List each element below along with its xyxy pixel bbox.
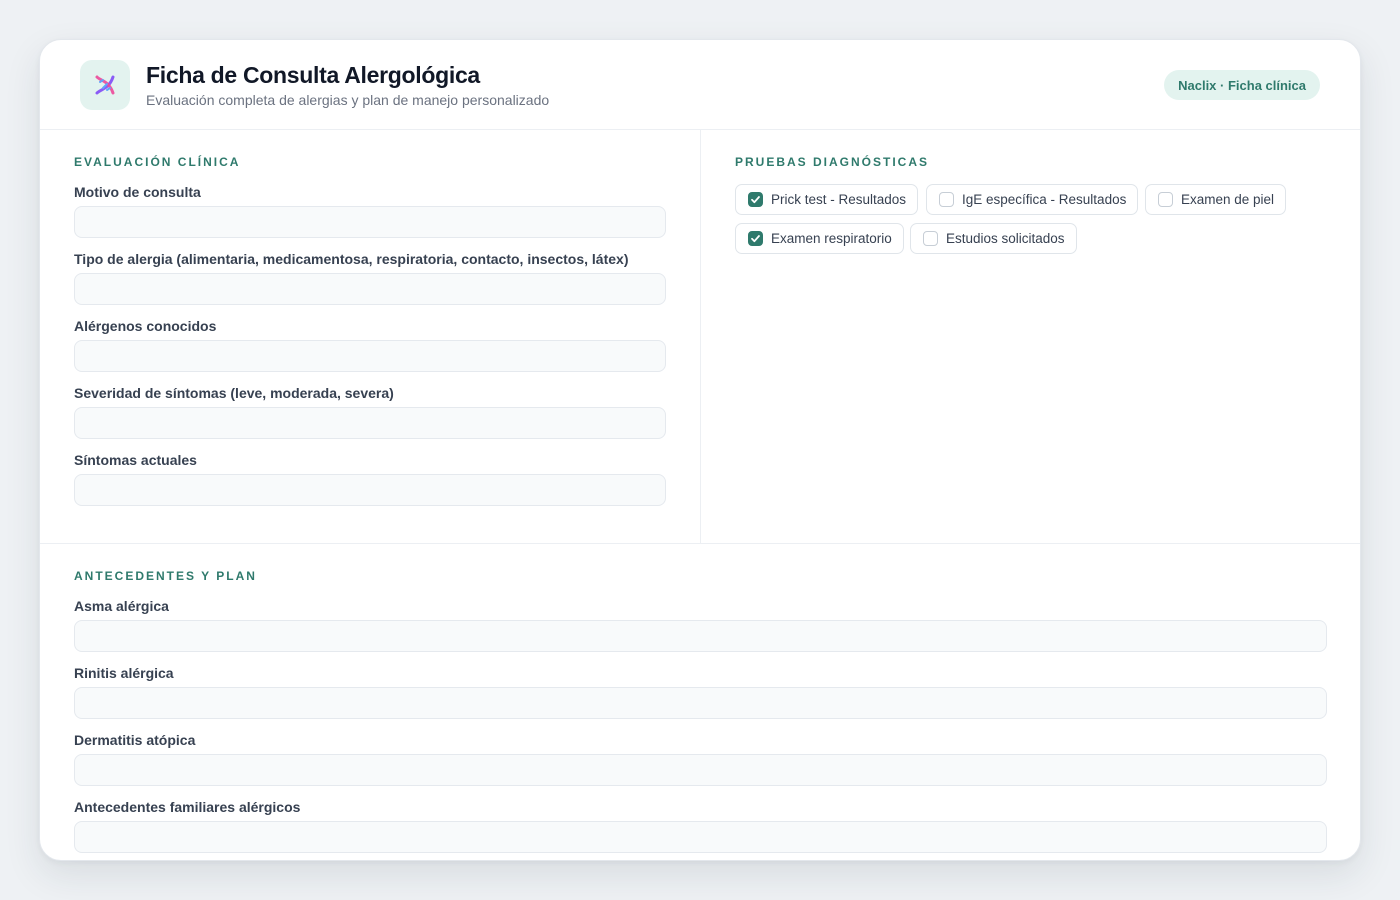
test-option-label: Estudios solicitados (946, 231, 1065, 246)
test-option-label: Examen respiratorio (771, 231, 892, 246)
dermatitis-atopica-input[interactable] (74, 754, 1327, 786)
field-label-sintomas: Síntomas actuales (74, 452, 197, 468)
checkbox-checked[interactable] (748, 231, 763, 246)
antecedentes-familiares-input[interactable] (74, 821, 1327, 853)
asma-alergica-input[interactable] (74, 620, 1327, 652)
consultation-form-card: Ficha de Consulta Alergológica Evaluació… (39, 39, 1361, 861)
page-subtitle: Evaluación completa de alergias y plan d… (146, 92, 550, 108)
field-label-motivo: Motivo de consulta (74, 184, 201, 200)
test-option-label: Examen de piel (1181, 192, 1275, 207)
form-header: Ficha de Consulta Alergológica Evaluació… (40, 40, 1360, 130)
section-title-tests: PRUEBAS DIAGNÓSTICAS (735, 155, 930, 169)
field-label-rinitis: Rinitis alérgica (74, 665, 174, 681)
field-label-tipo-alergia: Tipo de alergia (alimentaria, medicament… (74, 251, 629, 267)
alergenos-conocidos-input[interactable] (74, 340, 666, 372)
field-label-dermatitis: Dermatitis atópica (74, 732, 196, 748)
checkbox[interactable] (923, 231, 938, 246)
checkbox[interactable] (939, 192, 954, 207)
severidad-sintomas-input[interactable] (74, 407, 666, 439)
rinitis-alergica-input[interactable] (74, 687, 1327, 719)
dna-icon (80, 60, 130, 110)
test-option-ige[interactable]: IgE específica - Resultados (926, 184, 1139, 215)
tipo-alergia-input[interactable] (74, 273, 666, 305)
test-option-examen-respiratorio[interactable]: Examen respiratorio (735, 223, 904, 254)
sintomas-actuales-input[interactable] (74, 474, 666, 506)
test-option-estudios[interactable]: Estudios solicitados (910, 223, 1077, 254)
section-title-history: ANTECEDENTES Y PLAN (74, 569, 257, 583)
app-badge: Naclix · Ficha clínica (1164, 70, 1320, 100)
field-label-alergenos: Alérgenos conocidos (74, 318, 217, 334)
test-option-examen-piel[interactable]: Examen de piel (1145, 184, 1287, 215)
test-option-label: IgE específica - Resultados (962, 192, 1127, 207)
history-plan-section: ANTECEDENTES Y PLAN Asma alérgica Riniti… (40, 543, 1360, 860)
test-option-label: Prick test - Resultados (771, 192, 907, 207)
field-label-severidad: Severidad de síntomas (leve, moderada, s… (74, 385, 394, 401)
diagnostic-tests-section: PRUEBAS DIAGNÓSTICAS Prick test - Result… (701, 130, 1360, 544)
checkbox-checked[interactable] (748, 192, 763, 207)
test-option-prick[interactable]: Prick test - Resultados (735, 184, 919, 215)
clinical-evaluation-section: EVALUACIÓN CLÍNICA Motivo de consulta Ti… (40, 130, 701, 544)
field-label-familiares: Antecedentes familiares alérgicos (74, 799, 301, 815)
page-title: Ficha de Consulta Alergológica (146, 62, 480, 88)
motivo-consulta-input[interactable] (74, 206, 666, 238)
field-label-asma: Asma alérgica (74, 598, 169, 614)
section-title-clinical: EVALUACIÓN CLÍNICA (74, 155, 241, 169)
checkbox[interactable] (1158, 192, 1173, 207)
